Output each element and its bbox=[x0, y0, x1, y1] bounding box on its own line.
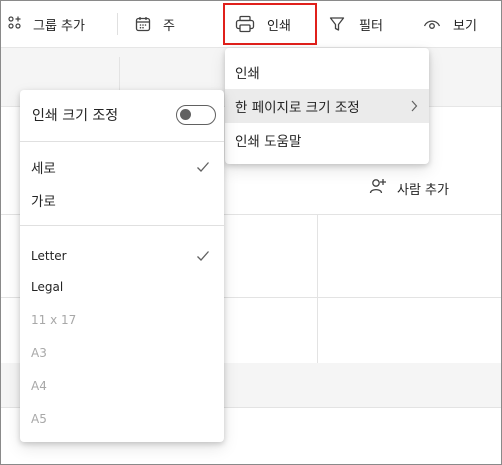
add-group-button[interactable]: 그룹 추가 bbox=[7, 1, 85, 47]
add-group-icon bbox=[7, 15, 25, 33]
paper-size-label: 11 x 17 bbox=[31, 313, 77, 327]
paper-size-a3: A3 bbox=[20, 337, 224, 369]
toolbar-divider bbox=[117, 13, 118, 35]
view-button[interactable]: 보기 bbox=[423, 1, 477, 47]
filter-icon bbox=[329, 16, 345, 32]
add-person-icon bbox=[369, 177, 387, 199]
add-person-label: 사람 추가 bbox=[397, 182, 449, 198]
orientation-label: 세로 bbox=[31, 161, 56, 177]
print-scale-panel: 인쇄 크기 조정 세로 가로 Letter Legal 11 x 17 A3 A… bbox=[20, 90, 224, 442]
paper-size-label: A4 bbox=[31, 379, 47, 393]
paper-size-legal[interactable]: Legal bbox=[20, 271, 224, 303]
checkmark-icon bbox=[196, 250, 210, 265]
paper-size-label: Letter bbox=[31, 249, 67, 263]
paper-size-label: Legal bbox=[31, 280, 64, 294]
paper-size-11x17: 11 x 17 bbox=[20, 304, 224, 336]
chevron-right-icon bbox=[409, 98, 419, 118]
print-menu-item-label: 인쇄 bbox=[235, 66, 260, 82]
app-window: 사람 추가 그룹 추가 주 인쇄 필터 보기 인쇄 한 페이지로 크기 조정 인… bbox=[0, 0, 502, 465]
week-label: 주 bbox=[163, 18, 175, 34]
print-menu-item-help[interactable]: 인쇄 도움말 bbox=[225, 123, 429, 157]
print-button-highlight bbox=[223, 3, 317, 45]
print-menu-item-label: 한 페이지로 크기 조정 bbox=[235, 100, 360, 116]
orientation-label: 가로 bbox=[31, 194, 56, 210]
print-scale-header: 인쇄 크기 조정 bbox=[20, 90, 224, 140]
add-person-button[interactable]: 사람 추가 bbox=[369, 177, 449, 199]
calendar-icon bbox=[135, 16, 151, 32]
checkmark-icon bbox=[196, 161, 210, 177]
toolbar: 그룹 추가 주 인쇄 필터 보기 bbox=[1, 1, 501, 47]
eye-icon bbox=[423, 17, 441, 31]
filter-label: 필터 bbox=[359, 18, 383, 34]
paper-size-a4: A4 bbox=[20, 370, 224, 402]
paper-size-a5: A5 bbox=[20, 403, 224, 435]
orientation-portrait[interactable]: 세로 bbox=[20, 151, 224, 183]
view-label: 보기 bbox=[453, 18, 477, 34]
print-menu-item-label: 인쇄 도움말 bbox=[235, 134, 302, 150]
menu-divider bbox=[20, 225, 224, 226]
paper-size-label: A3 bbox=[31, 346, 47, 360]
menu-divider bbox=[20, 141, 224, 142]
paper-size-label: A5 bbox=[31, 412, 47, 426]
print-scale-title: 인쇄 크기 조정 bbox=[32, 108, 119, 124]
add-group-label: 그룹 추가 bbox=[33, 18, 85, 34]
print-menu-item-fit-to-page[interactable]: 한 페이지로 크기 조정 bbox=[225, 89, 429, 123]
filter-button[interactable]: 필터 bbox=[329, 1, 383, 47]
print-menu: 인쇄 한 페이지로 크기 조정 인쇄 도움말 bbox=[225, 48, 429, 164]
print-menu-item-print[interactable]: 인쇄 bbox=[225, 55, 429, 89]
toggle-knob bbox=[180, 109, 191, 120]
orientation-landscape[interactable]: 가로 bbox=[20, 184, 224, 216]
grid-divider bbox=[317, 214, 318, 364]
print-scale-toggle[interactable] bbox=[176, 105, 216, 125]
week-view-button[interactable]: 주 bbox=[135, 1, 175, 47]
paper-size-letter[interactable]: Letter bbox=[20, 240, 224, 272]
